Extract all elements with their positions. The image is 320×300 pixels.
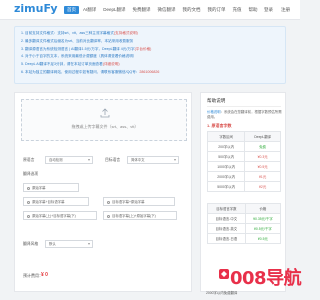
radio-icon xyxy=(107,200,110,204)
notice-box: 1. 目前支持文件格式：支持srt、vtt、ass三种主流字幕格式(支持格式说明… xyxy=(14,26,286,84)
upload-icon xyxy=(100,108,110,118)
notice-line: 4. 对于小于百字的文本，系统采用最低计费额度（具体请查看价格说明） xyxy=(21,54,137,59)
file-upload-dropzone[interactable]: 拖拽或上传字幕文件（srt、ass、vtt） xyxy=(21,99,187,141)
target-language-select[interactable]: 简体中文 xyxy=(127,156,179,164)
notice-line: 5. DeepL AI翻译不足3分钟，请在本站订单页面查看(详细说明) xyxy=(21,62,120,67)
nav-ai-translate[interactable]: AI翻译 xyxy=(80,6,99,15)
option-target-top[interactable]: 目标语字幕(上)+原始字幕(下) xyxy=(103,211,177,220)
radio-icon xyxy=(27,214,30,218)
notice-line: 6. 本站为独立的翻译网站，使用过程中如有疑问，请联系客服微信/QQ号：2861… xyxy=(21,69,160,74)
source-language-label: 原语言 xyxy=(23,158,35,162)
notice-line: 3. 翻译源语言为系统检测语言 | AI翻译1.5元/万字，DeepL翻译 4元… xyxy=(21,46,152,51)
table-row: 500字以内 ¥0.3元 xyxy=(206,151,281,162)
style-select[interactable]: 默认 xyxy=(45,240,93,248)
nav-recharge[interactable]: 充值 xyxy=(230,6,245,15)
nav-help[interactable]: 帮助 xyxy=(246,6,261,15)
top-navbar: zimuFy 首页 AI翻译 DeepL翻译 免费翻译 微信翻译 我的文档 我的… xyxy=(0,0,300,20)
nav-free-translate[interactable]: 免费翻译 xyxy=(130,6,154,15)
table-row: 目标语言-中文 ¥0.35元/千字 xyxy=(207,213,282,224)
style-label: 翻译风格 xyxy=(23,242,39,246)
table-row: 1000字以内 ¥0.5元 xyxy=(206,161,281,172)
radio-icon xyxy=(27,186,30,190)
nav-wechat-translate[interactable]: 微信翻译 xyxy=(155,6,179,15)
nav-home[interactable]: 首页 xyxy=(64,5,79,15)
watermark-text: 008导航 xyxy=(230,268,302,289)
nav-my-docs[interactable]: 我的文档 xyxy=(180,6,204,15)
site-logo[interactable]: zimuFy xyxy=(14,2,58,15)
price-info-link[interactable]: 价格说明 xyxy=(207,110,221,114)
table-row: 目标语言-日语 ¥0.5元 xyxy=(207,233,282,244)
price-value: ¥ 0 xyxy=(41,272,48,278)
bottom-note: 2000字以内免费翻译 xyxy=(206,291,238,295)
nav-deepl-translate[interactable]: DeepL翻译 xyxy=(100,6,128,15)
watermark: 008导航 xyxy=(218,260,302,290)
price-label: 预计费用： xyxy=(23,273,43,278)
radio-icon xyxy=(107,214,110,218)
option-original-target[interactable]: 原始字幕+目标语字幕 xyxy=(23,197,89,206)
price-table-1: 字数区间 DeepL翻译 200字以内 免费 500字以内 ¥0.3元 1000字以内… xyxy=(206,131,281,192)
price-table-2: 目标语言字数 价格 目标语言-中文 ¥0.35元/千字 目标语言-英文 ¥0.5元/千… xyxy=(207,203,282,244)
help-title: 帮助说明 xyxy=(207,98,226,103)
watermark-logo-icon xyxy=(219,269,229,279)
divider xyxy=(207,106,281,107)
nav-my-orders[interactable]: 我的订单 xyxy=(205,6,229,15)
table-row: 目标语言-英文 ¥0.5元/千字 xyxy=(207,223,282,234)
option-target-original[interactable]: 目标语字幕+原始字幕 xyxy=(103,197,175,206)
option-original[interactable]: 原始字幕 xyxy=(23,183,79,192)
register-link[interactable]: 注册 xyxy=(281,7,290,13)
translate-form-panel: 拖拽或上传字幕文件（srt、ass、vtt） 原语言 自动检测 目标语言 简体中… xyxy=(14,92,192,292)
translate-options-label: 翻译选项 xyxy=(23,172,39,176)
login-link[interactable]: 登录 xyxy=(264,7,273,13)
option-original-top[interactable]: 原始字幕(上)+目标语字幕(下) xyxy=(23,211,97,220)
table-row: 2000字以内 ¥1元 xyxy=(206,171,281,182)
radio-icon xyxy=(27,200,30,204)
table-row: 5000字以内 ¥2元 xyxy=(206,181,281,192)
target-language-label: 目标语言 xyxy=(105,158,121,162)
table-row: 200字以内 免费 xyxy=(206,141,281,152)
main-nav: 首页 AI翻译 DeepL翻译 免费翻译 微信翻译 我的文档 我的订单 充值 帮… xyxy=(64,3,262,17)
section-title: 1. 原语言字数 xyxy=(207,123,232,128)
upload-hint: 拖拽或上传字幕文件（srt、ass、vtt） xyxy=(71,124,139,129)
auth-links: 登录 注册 xyxy=(264,7,290,13)
notice-line: 2. 最多翻译文件格式后缀名为srt、当前对比翻译率，本站采用收费服务 xyxy=(21,38,134,43)
notice-line: 1. 目前支持文件格式：支持srt、vtt、ass三种主流字幕格式(支持格式说明… xyxy=(21,31,138,35)
help-note: 价格说明：系统会在您翻译前，根据字数预估所需费用。 xyxy=(207,110,282,119)
source-language-select[interactable]: 自动检测 xyxy=(45,156,93,164)
